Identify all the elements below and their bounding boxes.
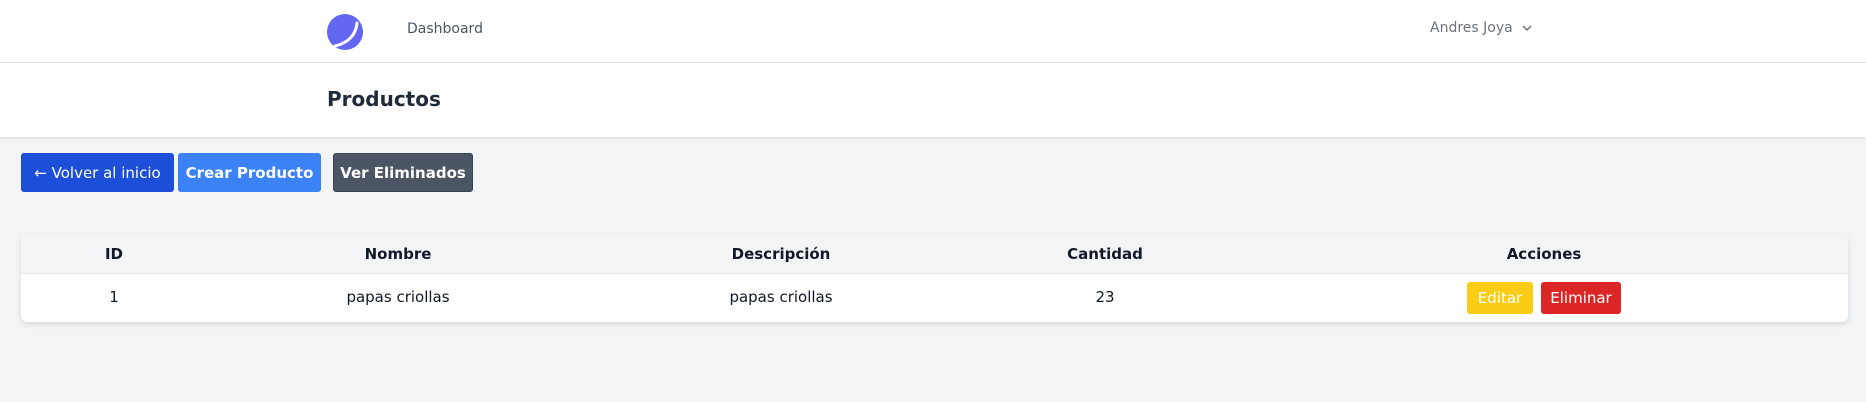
chevron-down-icon xyxy=(1521,22,1533,34)
table-header-row: ID Nombre Descripción Cantidad Acciones xyxy=(21,235,1848,274)
create-product-button[interactable]: Crear Producto xyxy=(178,153,321,192)
column-header-name: Nombre xyxy=(364,245,432,263)
page-header: Productos xyxy=(0,63,1866,137)
column-header-id: ID xyxy=(104,245,124,263)
user-menu[interactable]: Andres Joya xyxy=(1430,20,1533,36)
column-header-description: Descripción xyxy=(731,245,831,263)
view-deleted-button[interactable]: Ver Eliminados xyxy=(333,153,473,192)
app-logo-icon[interactable] xyxy=(326,13,364,51)
cell-description: papas criollas xyxy=(729,288,833,306)
cell-name: papas criollas xyxy=(346,288,450,306)
table-row: 1 papas criollas papas criollas 23 Edita… xyxy=(21,274,1848,322)
nav-link-dashboard[interactable]: Dashboard xyxy=(407,21,483,37)
products-table: ID Nombre Descripción Cantidad Acciones … xyxy=(21,235,1848,322)
column-header-actions: Acciones xyxy=(1506,245,1582,263)
top-navbar: Dashboard Andres Joya xyxy=(0,0,1866,63)
column-header-quantity: Cantidad xyxy=(1067,245,1143,263)
page-title: Productos xyxy=(327,87,441,111)
back-to-home-button[interactable]: ← Volver al inicio xyxy=(21,153,174,192)
cell-quantity: 23 xyxy=(1095,288,1115,306)
row-actions: Editar Eliminar xyxy=(1467,282,1621,314)
user-name: Andres Joya xyxy=(1430,20,1513,36)
edit-button[interactable]: Editar xyxy=(1467,282,1533,314)
cell-id: 1 xyxy=(109,288,119,306)
delete-button[interactable]: Eliminar xyxy=(1541,282,1621,314)
